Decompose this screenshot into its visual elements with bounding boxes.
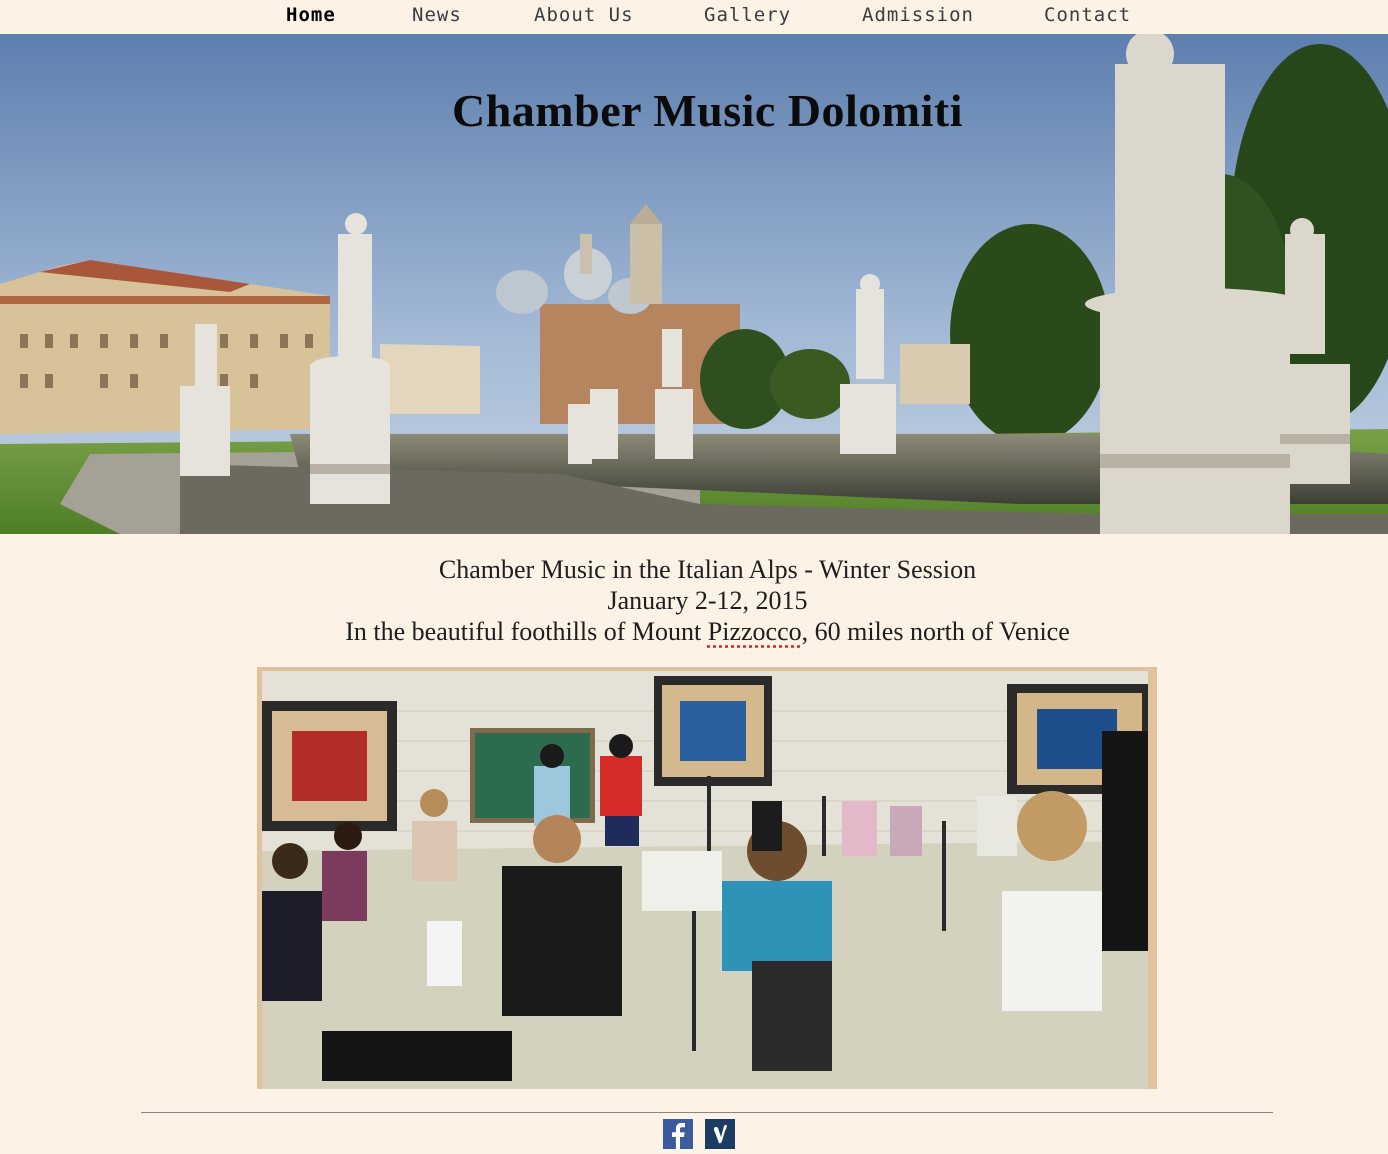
location-text-start: In the beautiful foothills of Mount bbox=[345, 617, 708, 646]
nav-gallery[interactable]: Gallery bbox=[704, 4, 791, 26]
vimeo-link[interactable] bbox=[705, 1119, 735, 1149]
top-navigation: Home News About Us Gallery Admission Con… bbox=[0, 0, 1388, 34]
session-location: In the beautiful foothills of Mount Pizz… bbox=[0, 616, 1388, 647]
footer-divider bbox=[141, 1112, 1273, 1113]
location-text-end: , 60 miles north of Venice bbox=[801, 617, 1070, 646]
vimeo-icon bbox=[714, 1124, 727, 1144]
facebook-link[interactable] bbox=[663, 1119, 693, 1149]
session-title: Chamber Music in the Italian Alps - Wint… bbox=[438, 555, 977, 584]
nav-news[interactable]: News bbox=[412, 4, 462, 26]
session-dates: January 2-12, 2015 bbox=[607, 586, 808, 615]
location-mountain-name: Pizzocco bbox=[707, 617, 802, 646]
facebook-icon bbox=[672, 1122, 685, 1149]
rehearsal-photo bbox=[262, 671, 1148, 1089]
nav-home[interactable]: Home bbox=[286, 4, 336, 26]
hero-banner: Chamber Music Dolomiti bbox=[0, 34, 1388, 534]
nav-about-us[interactable]: About Us bbox=[534, 4, 634, 26]
site-title: Chamber Music Dolomiti bbox=[451, 85, 963, 136]
nav-admission[interactable]: Admission bbox=[862, 4, 974, 26]
intro-text: Chamber Music in the Italian Alps - Wint… bbox=[0, 554, 1388, 647]
rehearsal-photo-frame bbox=[257, 667, 1157, 1089]
nav-contact[interactable]: Contact bbox=[1044, 4, 1131, 26]
